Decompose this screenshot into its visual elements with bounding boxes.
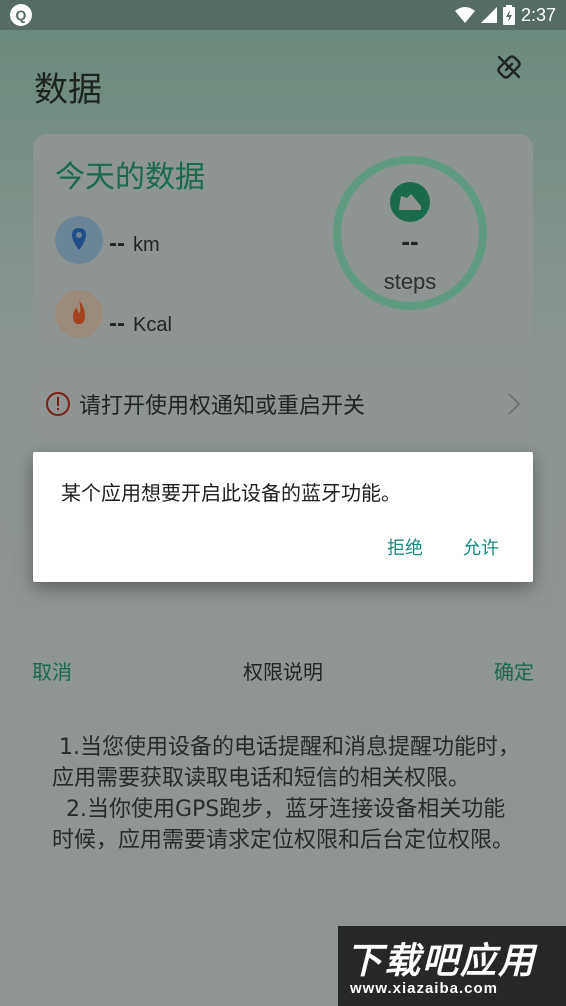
calories-stat: -- Kcal	[109, 310, 172, 338]
location-pin-icon	[55, 216, 103, 264]
notification-permission-row[interactable]: 请打开使用权通知或重启开关	[33, 366, 533, 442]
wifi-icon	[454, 7, 475, 23]
calories-unit: Kcal	[132, 314, 172, 336]
alert-circle-icon	[46, 392, 70, 416]
shoe-icon	[390, 182, 430, 222]
status-bar: Q 2:37	[0, 0, 566, 30]
page-title: 数据	[34, 70, 102, 110]
app-notification-icon: Q	[10, 4, 32, 26]
deny-button[interactable]: 拒绝	[387, 534, 423, 560]
notice-text: 请打开使用权通知或重启开关	[79, 394, 366, 419]
distance-stat: -- km	[109, 230, 160, 258]
flame-icon	[55, 290, 103, 338]
battery-icon	[502, 5, 515, 25]
status-right: 2:37	[454, 0, 556, 30]
dialog-message: 某个应用想要开启此设备的蓝牙功能。	[61, 481, 401, 505]
sheet-title: 权限说明	[243, 660, 323, 684]
permission-description: 1.当您使用设备的电话提醒和消息提醒功能时，应用需要获取读取电话和短信的相关权限…	[52, 735, 520, 853]
link-off-icon[interactable]	[494, 52, 524, 82]
calories-value: --	[109, 310, 125, 337]
distance-unit: km	[132, 234, 160, 256]
today-data-card[interactable]: 今天的数据 -- km -- Kcal -- steps	[33, 134, 533, 346]
watermark-sub: www.xiazaiba.com	[350, 980, 498, 997]
distance-value: --	[109, 230, 125, 257]
today-title: 今天的数据	[55, 160, 205, 195]
watermark-logo: 下载吧应用 www.xiazaiba.com	[338, 926, 566, 1006]
confirm-button[interactable]: 确定	[494, 656, 534, 685]
status-time: 2:37	[520, 4, 556, 25]
bluetooth-dialog: 某个应用想要开启此设备的蓝牙功能。 拒绝 允许	[33, 452, 533, 582]
watermark-main: 下载吧应用	[346, 941, 537, 982]
cancel-button[interactable]: 取消	[32, 656, 72, 685]
allow-button[interactable]: 允许	[463, 534, 499, 560]
chevron-right-icon	[508, 393, 521, 415]
steps-value: --	[401, 226, 419, 256]
steps-unit: steps	[383, 269, 437, 294]
signal-icon	[480, 7, 497, 23]
